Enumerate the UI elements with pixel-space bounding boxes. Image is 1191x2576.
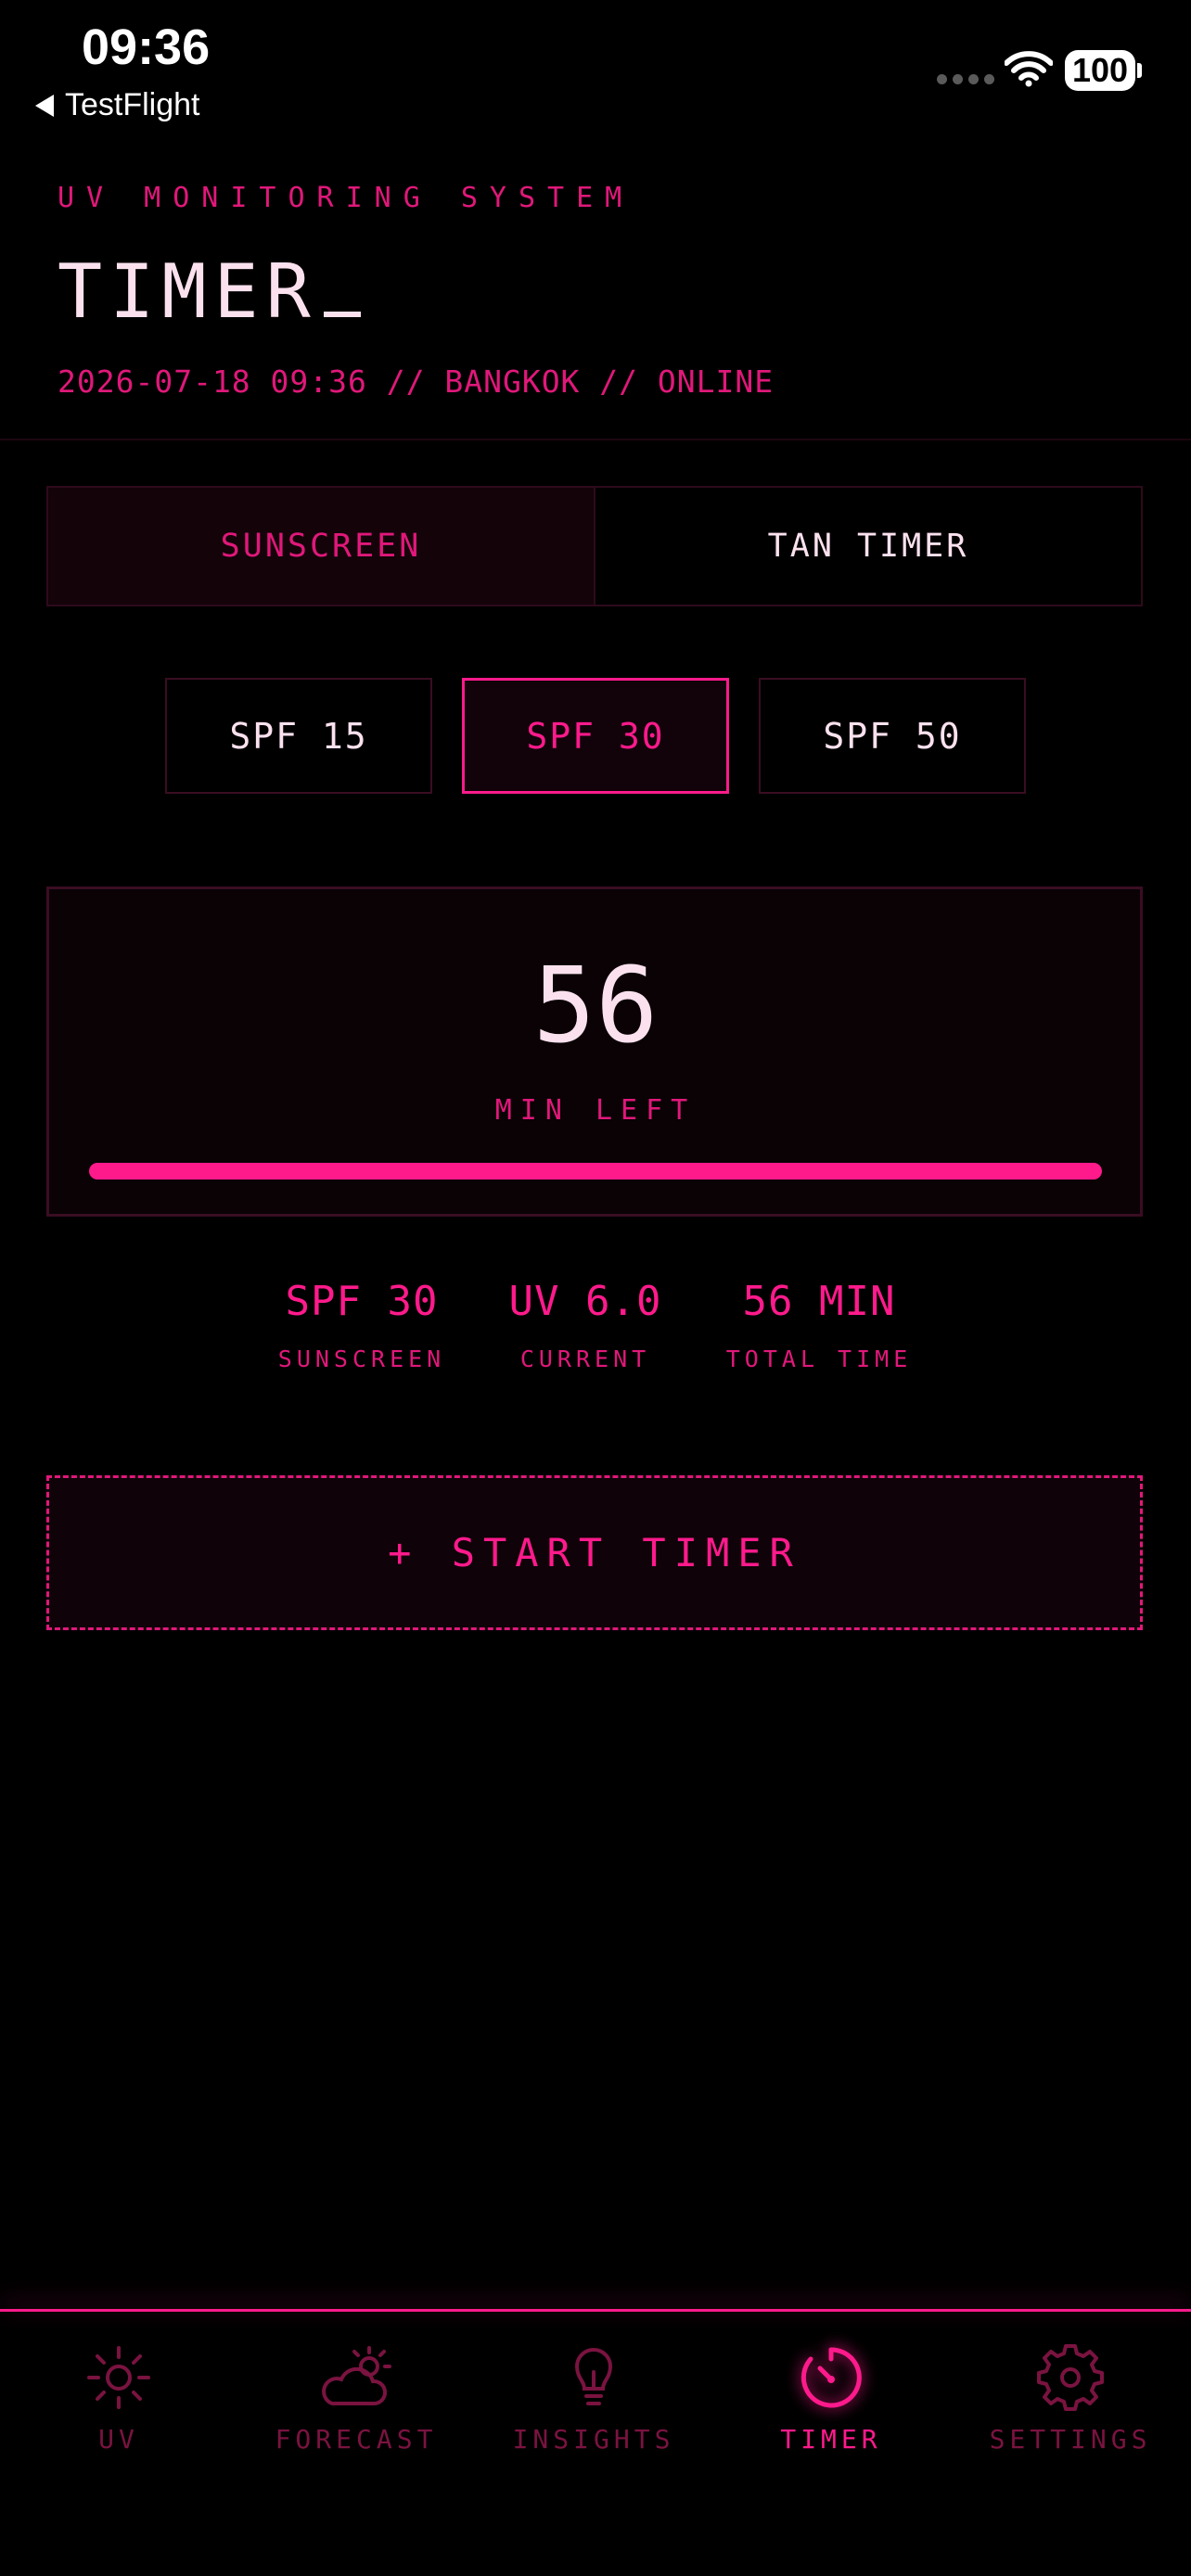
tab-bar-divider: [0, 2309, 1191, 2312]
battery-indicator: 100: [1065, 50, 1135, 91]
stat-current-uv: UV 6.0 CURRENT: [465, 1278, 706, 1372]
nav-label: INSIGHTS: [512, 2424, 675, 2455]
back-arrow-icon: [35, 94, 54, 117]
spf-30-button[interactable]: SPF 30: [462, 678, 729, 794]
title-cursor: [323, 312, 361, 317]
stat-value: 56 MIN: [742, 1278, 896, 1325]
spf-50-button[interactable]: SPF 50: [759, 678, 1026, 794]
nav-label: FORECAST: [275, 2424, 438, 2455]
page-title-text: TIMER: [58, 249, 318, 335]
minutes-left-label: MIN LEFT: [494, 1094, 697, 1127]
stat-label: SUNSCREEN: [277, 1345, 446, 1372]
nav-label: SETTINGS: [989, 2424, 1152, 2455]
status-meta-line: 2026-07-18 09:36 // BANGKOK // ONLINE: [58, 363, 775, 400]
status-time: 09:36: [82, 19, 211, 75]
page-title: TIMER: [58, 249, 361, 335]
stat-label: TOTAL TIME: [725, 1345, 913, 1372]
timer-progress-bar: [89, 1163, 1102, 1180]
app-subtitle: UV MONITORING SYSTEM: [58, 182, 634, 214]
stat-label: CURRENT: [519, 1345, 651, 1372]
battery-tip: [1137, 63, 1142, 78]
tab-sunscreen[interactable]: SUNSCREEN: [48, 488, 596, 605]
header-divider: [0, 439, 1191, 440]
stat-value: SPF 30: [285, 1278, 439, 1325]
nav-insights[interactable]: INSIGHTS: [475, 2344, 712, 2455]
stat-total-time: 56 MIN TOTAL TIME: [698, 1278, 940, 1372]
timer-progress-fill: [89, 1163, 1102, 1180]
spf-15-button[interactable]: SPF 15: [165, 678, 432, 794]
stat-value: UV 6.0: [508, 1278, 662, 1325]
stat-sunscreen: SPF 30 SUNSCREEN: [241, 1278, 482, 1372]
signal-dots-icon: [937, 74, 994, 84]
sun-icon: [87, 2346, 150, 2409]
lightbulb-icon: [574, 2348, 613, 2405]
start-timer-button[interactable]: + START TIMER: [46, 1475, 1143, 1630]
gear-icon: [1037, 2344, 1104, 2411]
timer-icon: [800, 2347, 862, 2408]
nav-settings[interactable]: SETTINGS: [952, 2344, 1189, 2455]
back-to-testflight[interactable]: TestFlight: [35, 87, 200, 123]
back-label: TestFlight: [65, 87, 200, 122]
nav-forecast[interactable]: FORECAST: [237, 2344, 475, 2455]
tab-tan-timer[interactable]: TAN TIMER: [596, 488, 1141, 605]
nav-timer[interactable]: TIMER: [712, 2344, 950, 2455]
mode-switch: SUNSCREEN TAN TIMER: [46, 486, 1143, 606]
minutes-left-value: 56: [532, 946, 659, 1066]
cloud-sun-icon: [322, 2346, 391, 2405]
nav-uv[interactable]: UV: [0, 2344, 237, 2455]
wifi-icon: [1005, 51, 1053, 87]
nav-label: UV: [98, 2424, 139, 2455]
nav-label: TIMER: [780, 2424, 882, 2455]
